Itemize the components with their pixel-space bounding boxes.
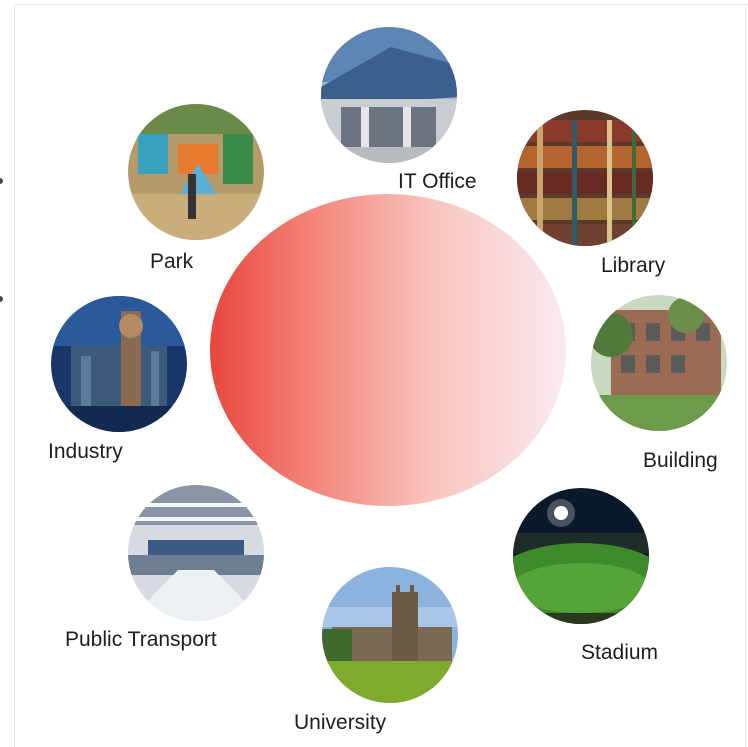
central-hub-circle — [210, 194, 566, 506]
it-office-label: IT Office — [398, 170, 477, 193]
library-label: Library — [601, 254, 666, 277]
edge-marker — [0, 178, 3, 184]
industry-photo — [51, 296, 187, 432]
frame-right-border — [745, 4, 746, 747]
park-photo — [128, 104, 264, 240]
edge-marker — [0, 296, 3, 302]
frame-top-border — [14, 4, 748, 5]
building-photo — [591, 295, 727, 431]
stadium-photo — [513, 488, 649, 624]
library-photo — [517, 110, 653, 246]
public-transport-label: Public Transport — [65, 628, 217, 651]
it-office-photo — [321, 27, 457, 163]
stadium-label: Stadium — [581, 641, 659, 664]
university-label: University — [294, 711, 387, 734]
frame-left-border — [14, 4, 15, 747]
public-transport-photo — [128, 485, 264, 621]
building-label: Building — [643, 449, 718, 472]
industry-label: Industry — [48, 440, 123, 463]
university-photo — [322, 567, 458, 703]
park-label: Park — [150, 250, 194, 273]
